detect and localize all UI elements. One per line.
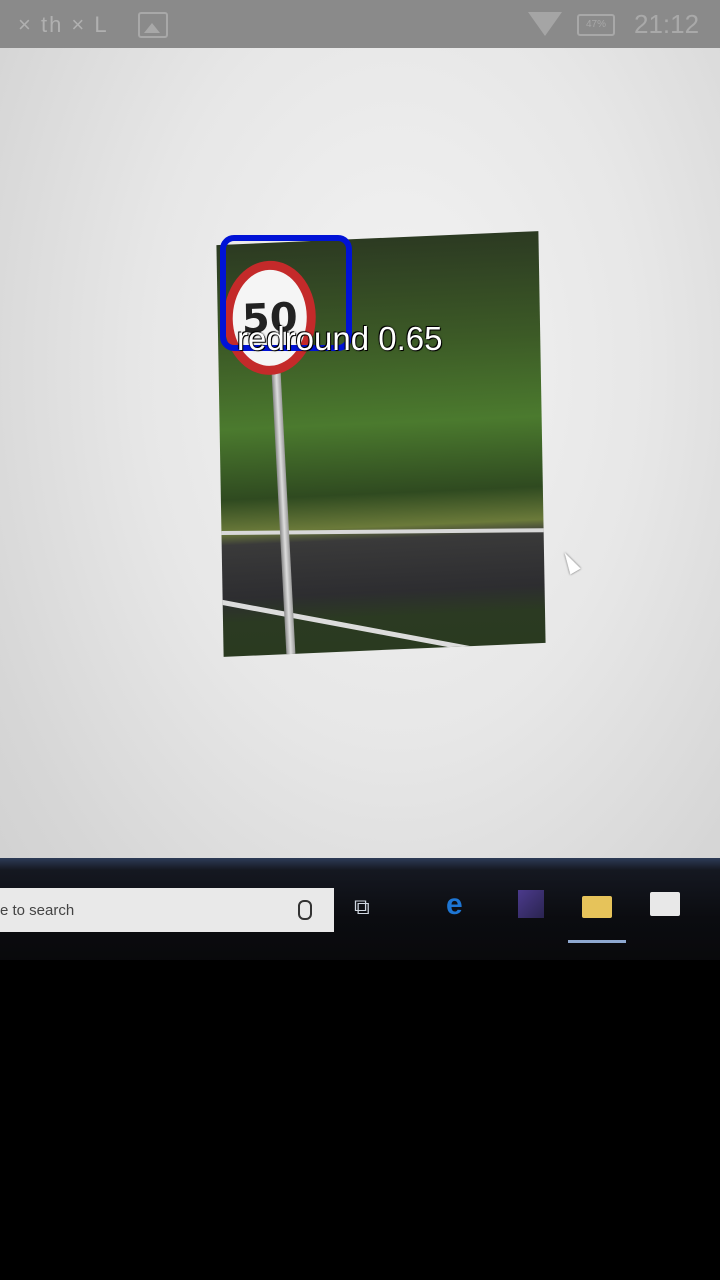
- file-explorer-icon[interactable]: [582, 896, 612, 918]
- visual-studio-icon[interactable]: [518, 890, 544, 918]
- road-marking: [221, 599, 546, 657]
- microphone-icon[interactable]: [298, 900, 312, 920]
- wifi-icon: [528, 12, 562, 36]
- notification-icons: × th × L: [18, 12, 109, 37]
- store-icon[interactable]: [650, 892, 680, 916]
- camera-viewfinder: 50 redround 0.65 e to search ⧉ e: [0, 48, 720, 960]
- detection-label: redround 0.65: [237, 320, 443, 357]
- task-view-icon[interactable]: ⧉: [354, 894, 370, 920]
- road-marking: [221, 528, 546, 536]
- taskbar-search-box[interactable]: e to search: [0, 888, 334, 932]
- mouse-cursor-icon: [559, 549, 581, 575]
- gallery-notification-icon: [138, 12, 168, 38]
- active-app-indicator: [568, 940, 626, 943]
- windows-taskbar: e to search ⧉ e: [0, 858, 720, 960]
- status-bar: × th × L 47% 21:12: [0, 0, 720, 48]
- edge-icon[interactable]: e: [446, 888, 463, 922]
- battery-icon: 47%: [577, 14, 615, 36]
- search-placeholder: e to search: [0, 902, 75, 919]
- status-time: 21:12: [634, 9, 700, 39]
